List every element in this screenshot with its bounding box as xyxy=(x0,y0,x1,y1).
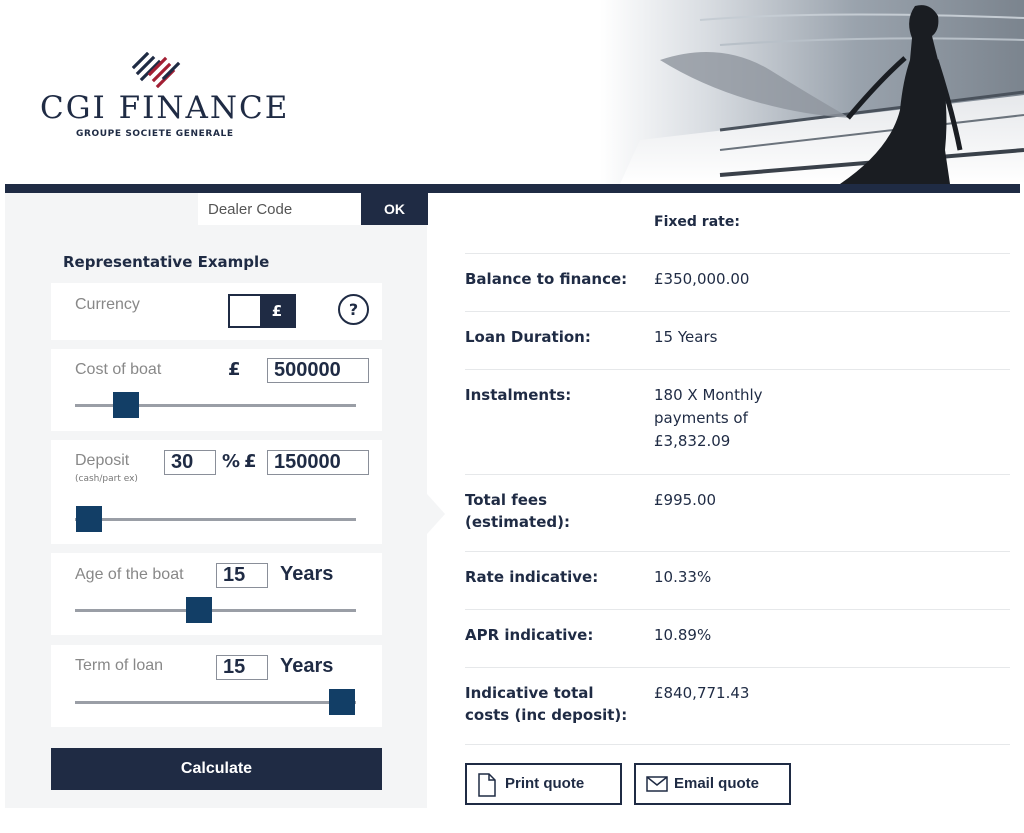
email-quote-button[interactable]: Email quote xyxy=(634,763,791,805)
cost-card: Cost of boat £ xyxy=(51,349,382,431)
brand-tagline: GROUPE SOCIETE GENERALE xyxy=(76,129,234,139)
deposit-currency-symbol: £ xyxy=(244,451,257,472)
calculate-button[interactable]: Calculate xyxy=(51,748,382,790)
deposit-percent-input[interactable] xyxy=(164,450,216,475)
currency-card: Currency £ ? xyxy=(51,283,382,340)
result-value: £840,771.43 xyxy=(654,684,750,702)
deposit-sublabel: (cash/part ex) xyxy=(75,474,138,484)
cost-slider[interactable] xyxy=(75,392,356,418)
result-label: Total fees (estimated): xyxy=(465,491,570,531)
print-quote-button[interactable]: Print quote xyxy=(465,763,622,805)
panel-pointer xyxy=(427,494,445,534)
print-quote-label: Print quote xyxy=(505,775,585,792)
term-slider-handle[interactable] xyxy=(328,689,355,715)
term-unit: Years xyxy=(280,655,334,677)
result-label: Indicative total costs (inc deposit): xyxy=(465,684,628,724)
result-row: Indicative total costs (inc deposit): £8… xyxy=(465,667,1010,745)
calculator-panel: OK Representative Example Currency £ ? C… xyxy=(5,193,428,808)
brand-name: CGI FINANCE xyxy=(40,90,290,126)
currency-selected: £ xyxy=(260,296,294,326)
result-row: Total fees (estimated): £995.00 xyxy=(465,474,1010,551)
deposit-amount-input[interactable] xyxy=(267,450,369,475)
age-label: Age of the boat xyxy=(75,566,184,583)
result-value: 10.33% xyxy=(654,568,712,586)
percent-symbol: % xyxy=(222,451,241,472)
result-label: Balance to finance: xyxy=(465,270,628,288)
deposit-slider-handle[interactable] xyxy=(76,506,103,532)
term-label: Term of loan xyxy=(75,657,164,674)
age-unit: Years xyxy=(280,563,334,585)
result-row: Balance to finance: £350,000.00 xyxy=(465,253,1010,311)
result-value: £995.00 xyxy=(654,491,717,509)
result-label: Instalments: xyxy=(465,386,572,404)
brand-logo[interactable]: CGI FINANCE GROUPE SOCIETE GENERALE xyxy=(40,52,287,142)
cost-slider-handle[interactable] xyxy=(112,392,139,418)
age-input[interactable] xyxy=(216,563,268,588)
hero-image xyxy=(600,0,1024,184)
result-row: Loan Duration: 15 Years xyxy=(465,311,1010,369)
cost-currency-symbol: £ xyxy=(228,359,241,380)
header: CGI FINANCE GROUPE SOCIETE GENERALE xyxy=(0,0,1024,184)
result-row: APR indicative: 10.89% xyxy=(465,609,1010,667)
result-value: 180 X Monthly payments of £3,832.09 xyxy=(654,386,763,450)
help-icon[interactable]: ? xyxy=(338,294,369,325)
result-label: APR indicative: xyxy=(465,626,594,644)
age-slider-handle[interactable] xyxy=(185,597,212,623)
result-row: Rate indicative: 10.33% xyxy=(465,551,1010,609)
result-value: £350,000.00 xyxy=(654,270,750,288)
result-label: Loan Duration: xyxy=(465,328,591,346)
age-card: Age of the boat Years xyxy=(51,553,382,635)
cost-input[interactable] xyxy=(267,358,369,383)
result-label: Rate indicative: xyxy=(465,568,599,586)
result-value: 10.89% xyxy=(654,626,712,644)
calculator-title: Representative Example xyxy=(63,253,270,271)
term-card: Term of loan Years xyxy=(51,645,382,727)
result-row: Instalments: 180 X Monthly payments of £… xyxy=(465,369,1010,474)
document-icon xyxy=(478,773,496,797)
currency-toggle[interactable]: £ xyxy=(228,294,296,328)
envelope-icon xyxy=(646,776,668,792)
header-divider xyxy=(5,184,1020,193)
email-quote-label: Email quote xyxy=(674,775,760,792)
age-slider[interactable] xyxy=(75,597,356,623)
dealer-ok-button[interactable]: OK xyxy=(361,193,428,225)
deposit-slider[interactable] xyxy=(75,506,356,532)
dealer-code-input[interactable] xyxy=(198,193,365,225)
deposit-label: Deposit xyxy=(75,452,130,469)
cost-label: Cost of boat xyxy=(75,361,162,378)
fixed-rate-header: Fixed rate: xyxy=(654,214,740,230)
term-input[interactable] xyxy=(216,655,268,680)
term-slider[interactable] xyxy=(75,689,356,715)
currency-label: Currency xyxy=(75,296,140,313)
logo-mark-icon xyxy=(132,52,181,88)
result-value: 15 Years xyxy=(654,328,718,346)
deposit-card: Deposit (cash/part ex) % £ xyxy=(51,440,382,544)
